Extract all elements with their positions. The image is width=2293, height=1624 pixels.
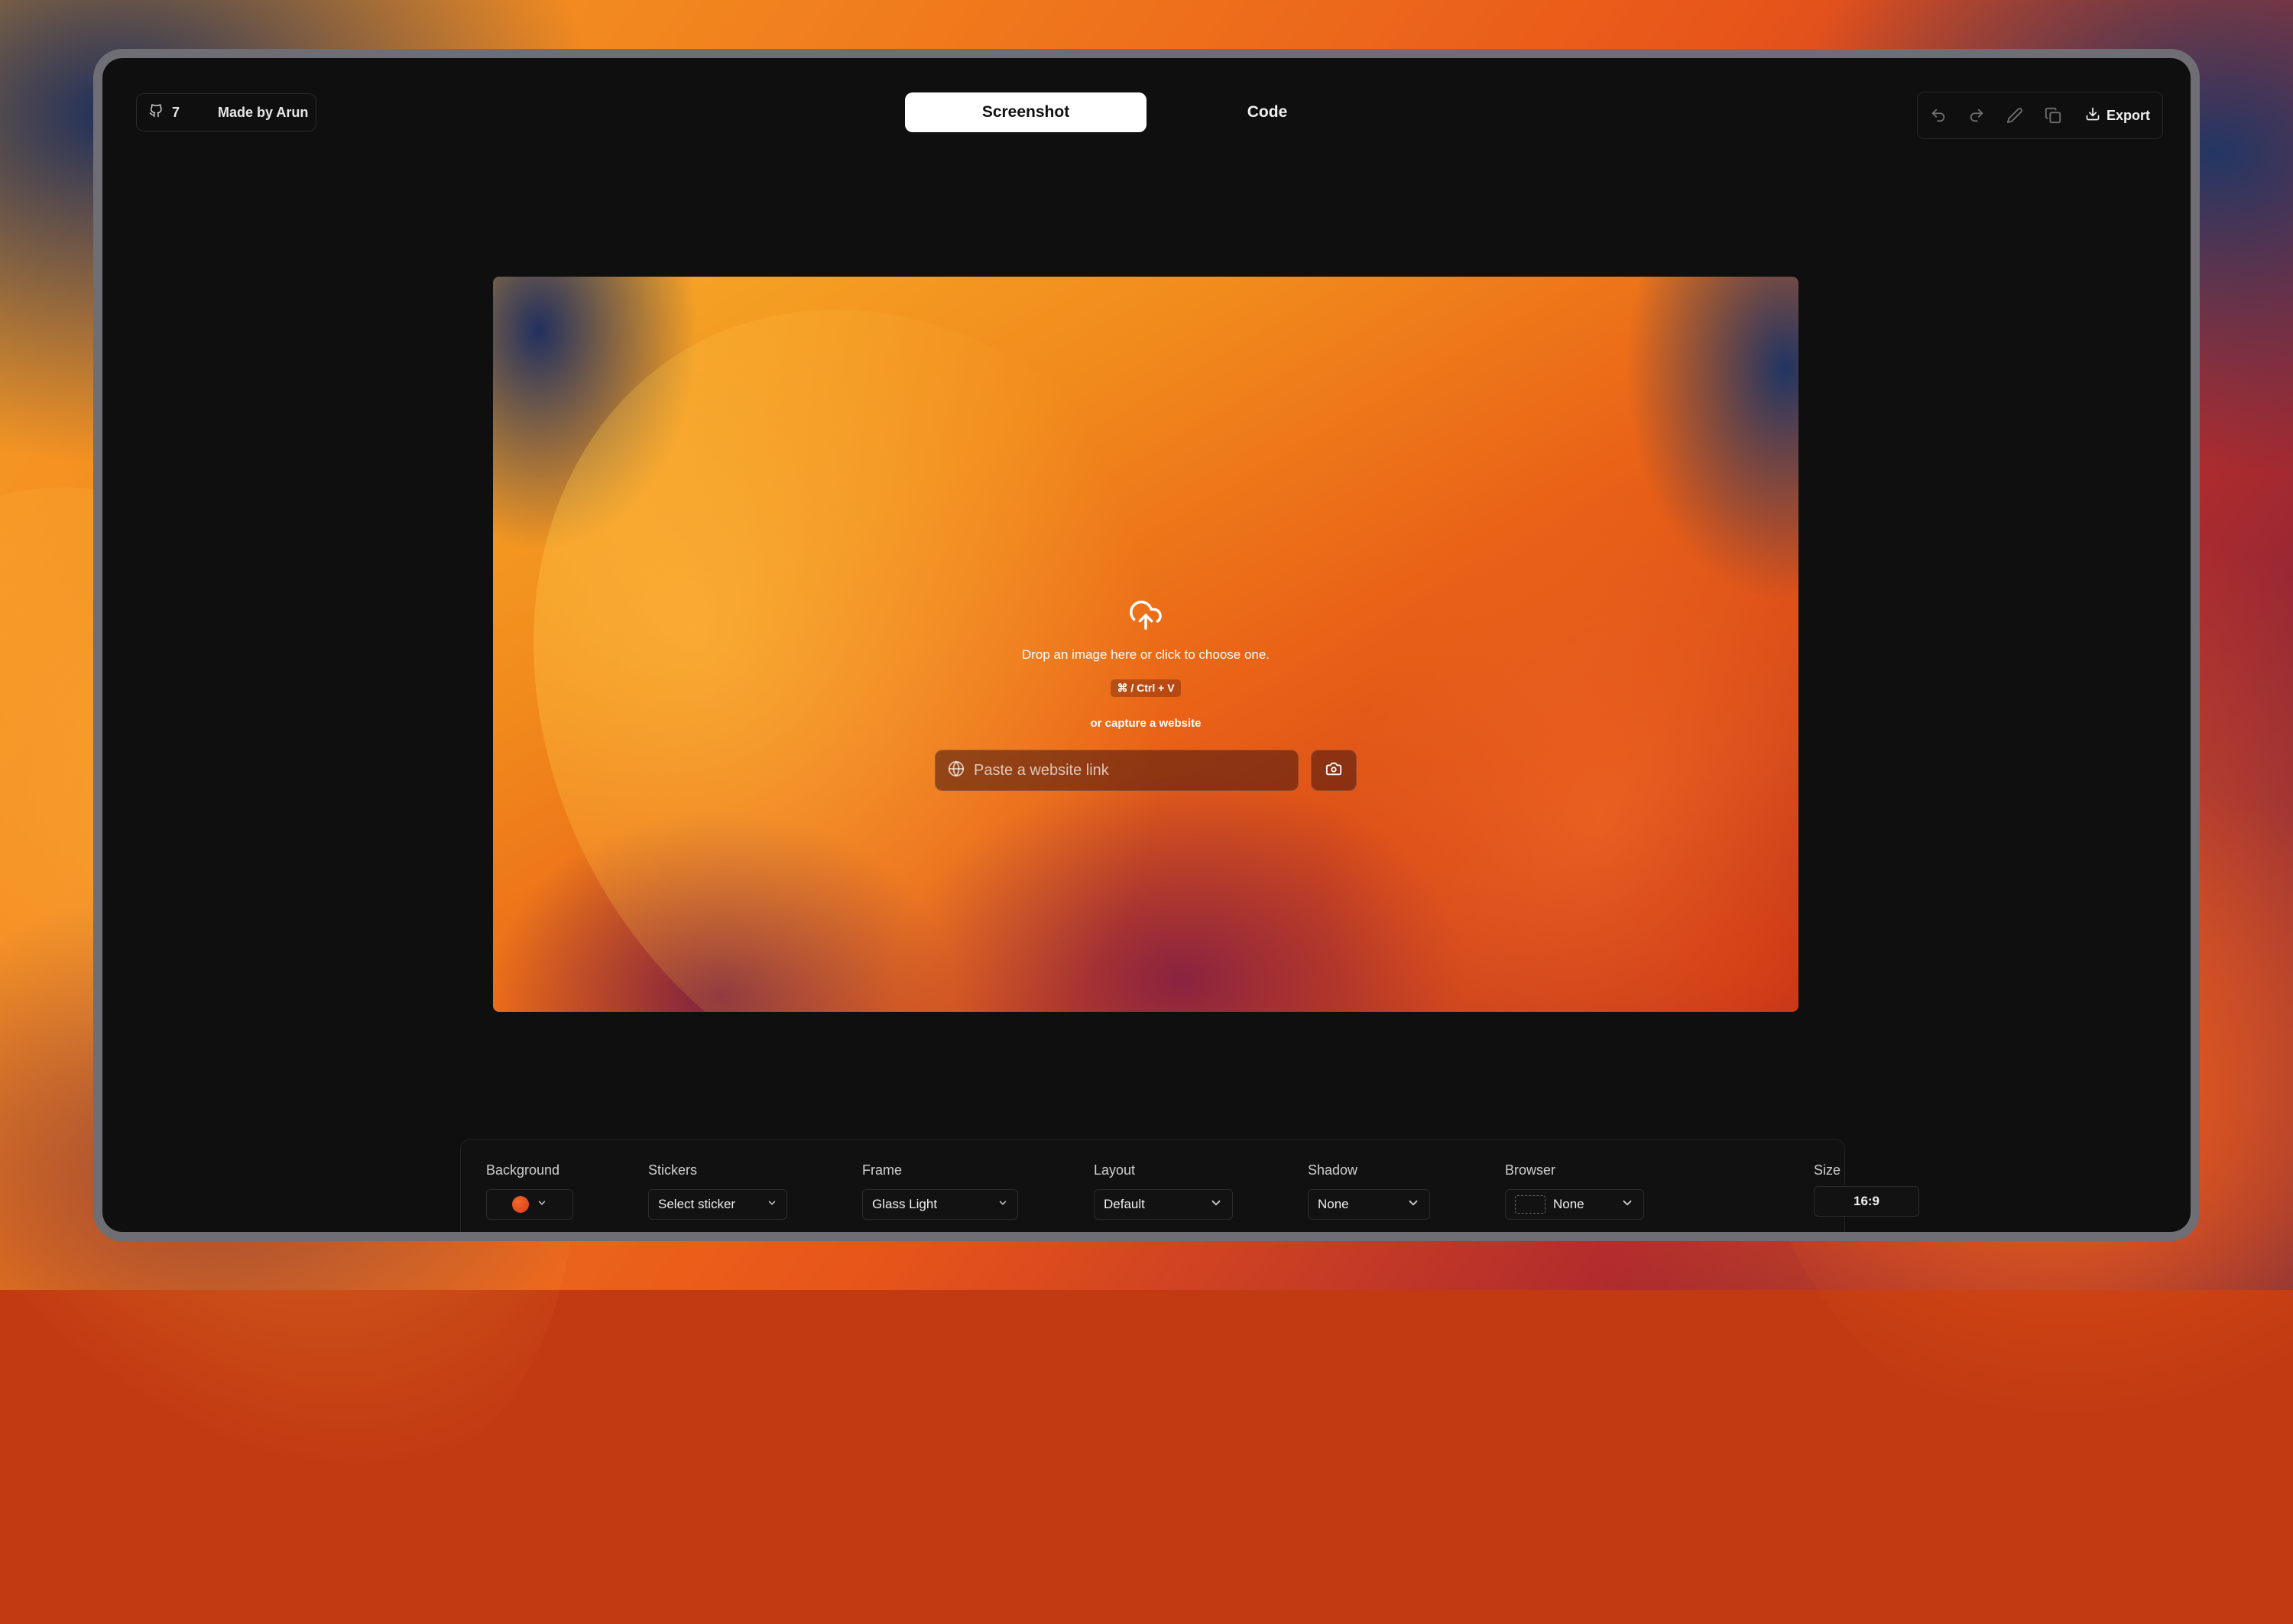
chevron-down-icon bbox=[1406, 1196, 1420, 1214]
background-control: Background bbox=[486, 1162, 573, 1220]
browser-label: Browser bbox=[1505, 1162, 1556, 1178]
cloud-upload-icon bbox=[1128, 598, 1163, 637]
undo-icon[interactable] bbox=[1930, 107, 1947, 124]
background-swatch bbox=[512, 1196, 529, 1213]
shadow-control: Shadow None bbox=[1308, 1162, 1430, 1220]
shadow-value: None bbox=[1318, 1197, 1349, 1211]
preview-canvas[interactable]: Drop an image here or click to choose on… bbox=[493, 277, 1798, 1012]
browser-value: None bbox=[1553, 1197, 1584, 1211]
browser-frame-preview bbox=[1515, 1195, 1545, 1214]
chevron-down-icon bbox=[767, 1197, 777, 1212]
stickers-value: Select sticker bbox=[658, 1197, 736, 1211]
drop-message: Drop an image here or click to choose on… bbox=[1021, 647, 1270, 662]
layout-control: Layout Default bbox=[1094, 1162, 1233, 1220]
size-label: Size bbox=[1814, 1162, 1841, 1178]
website-link-input[interactable] bbox=[972, 760, 1281, 780]
pencil-icon[interactable] bbox=[2006, 107, 2023, 124]
browser-control: Browser None bbox=[1505, 1162, 1644, 1220]
export-button[interactable]: Export bbox=[2085, 106, 2150, 125]
website-link-field[interactable] bbox=[935, 750, 1299, 791]
chevron-down-icon bbox=[1209, 1196, 1223, 1214]
tab-code[interactable]: Code bbox=[1146, 92, 1388, 132]
mode-tabs: Screenshot Code bbox=[905, 92, 1388, 133]
download-icon bbox=[2085, 106, 2100, 125]
tab-screenshot[interactable]: Screenshot bbox=[905, 92, 1146, 132]
github-icon bbox=[149, 103, 163, 122]
github-badge[interactable]: 7 Made by Arun bbox=[136, 93, 316, 131]
capture-button[interactable] bbox=[1311, 750, 1357, 791]
shadow-label: Shadow bbox=[1308, 1162, 1358, 1178]
capture-label: or capture a website bbox=[1090, 717, 1202, 730]
frame-value: Glass Light bbox=[872, 1197, 938, 1211]
export-label: Export bbox=[2106, 107, 2150, 123]
frame-select[interactable]: Glass Light bbox=[862, 1189, 1018, 1220]
settings-bar: Background Stickers Select sticker Frame… bbox=[460, 1139, 1919, 1232]
author-link[interactable]: Made by Arun bbox=[218, 105, 308, 121]
size-control: Size 16:9 bbox=[1814, 1162, 1919, 1217]
background-label: Background bbox=[486, 1162, 560, 1178]
stickers-label: Stickers bbox=[648, 1162, 698, 1178]
shadow-select[interactable]: None bbox=[1308, 1189, 1430, 1220]
top-toolbar: Export bbox=[1917, 92, 2163, 139]
size-value: 16:9 bbox=[1853, 1194, 1880, 1208]
background-picker[interactable] bbox=[486, 1189, 573, 1220]
chevron-down-icon bbox=[1620, 1196, 1634, 1214]
chevron-down-icon bbox=[537, 1197, 547, 1212]
app-window: 7 Made by Arun Screenshot Code Export Dr… bbox=[93, 49, 2200, 1241]
github-star-count: 7 bbox=[172, 104, 180, 120]
frame-label: Frame bbox=[862, 1162, 903, 1178]
browser-select[interactable]: None bbox=[1505, 1189, 1644, 1220]
camera-icon bbox=[1325, 760, 1342, 781]
globe-icon bbox=[948, 760, 965, 781]
stickers-control: Stickers Select sticker bbox=[648, 1162, 787, 1220]
copy-icon[interactable] bbox=[2045, 107, 2061, 124]
redo-icon[interactable] bbox=[1968, 107, 1985, 124]
stickers-select[interactable]: Select sticker bbox=[648, 1189, 787, 1220]
capture-row bbox=[935, 750, 1357, 791]
layout-value: Default bbox=[1104, 1197, 1145, 1211]
layout-label: Layout bbox=[1094, 1162, 1136, 1178]
frame-control: Frame Glass Light bbox=[862, 1162, 1018, 1220]
drop-zone[interactable]: Drop an image here or click to choose on… bbox=[493, 598, 1798, 791]
size-select[interactable]: 16:9 bbox=[1814, 1186, 1919, 1217]
paste-shortcut: ⌘ / Ctrl + V bbox=[1111, 679, 1181, 697]
chevron-down-icon bbox=[997, 1197, 1008, 1212]
layout-select[interactable]: Default bbox=[1094, 1189, 1233, 1220]
